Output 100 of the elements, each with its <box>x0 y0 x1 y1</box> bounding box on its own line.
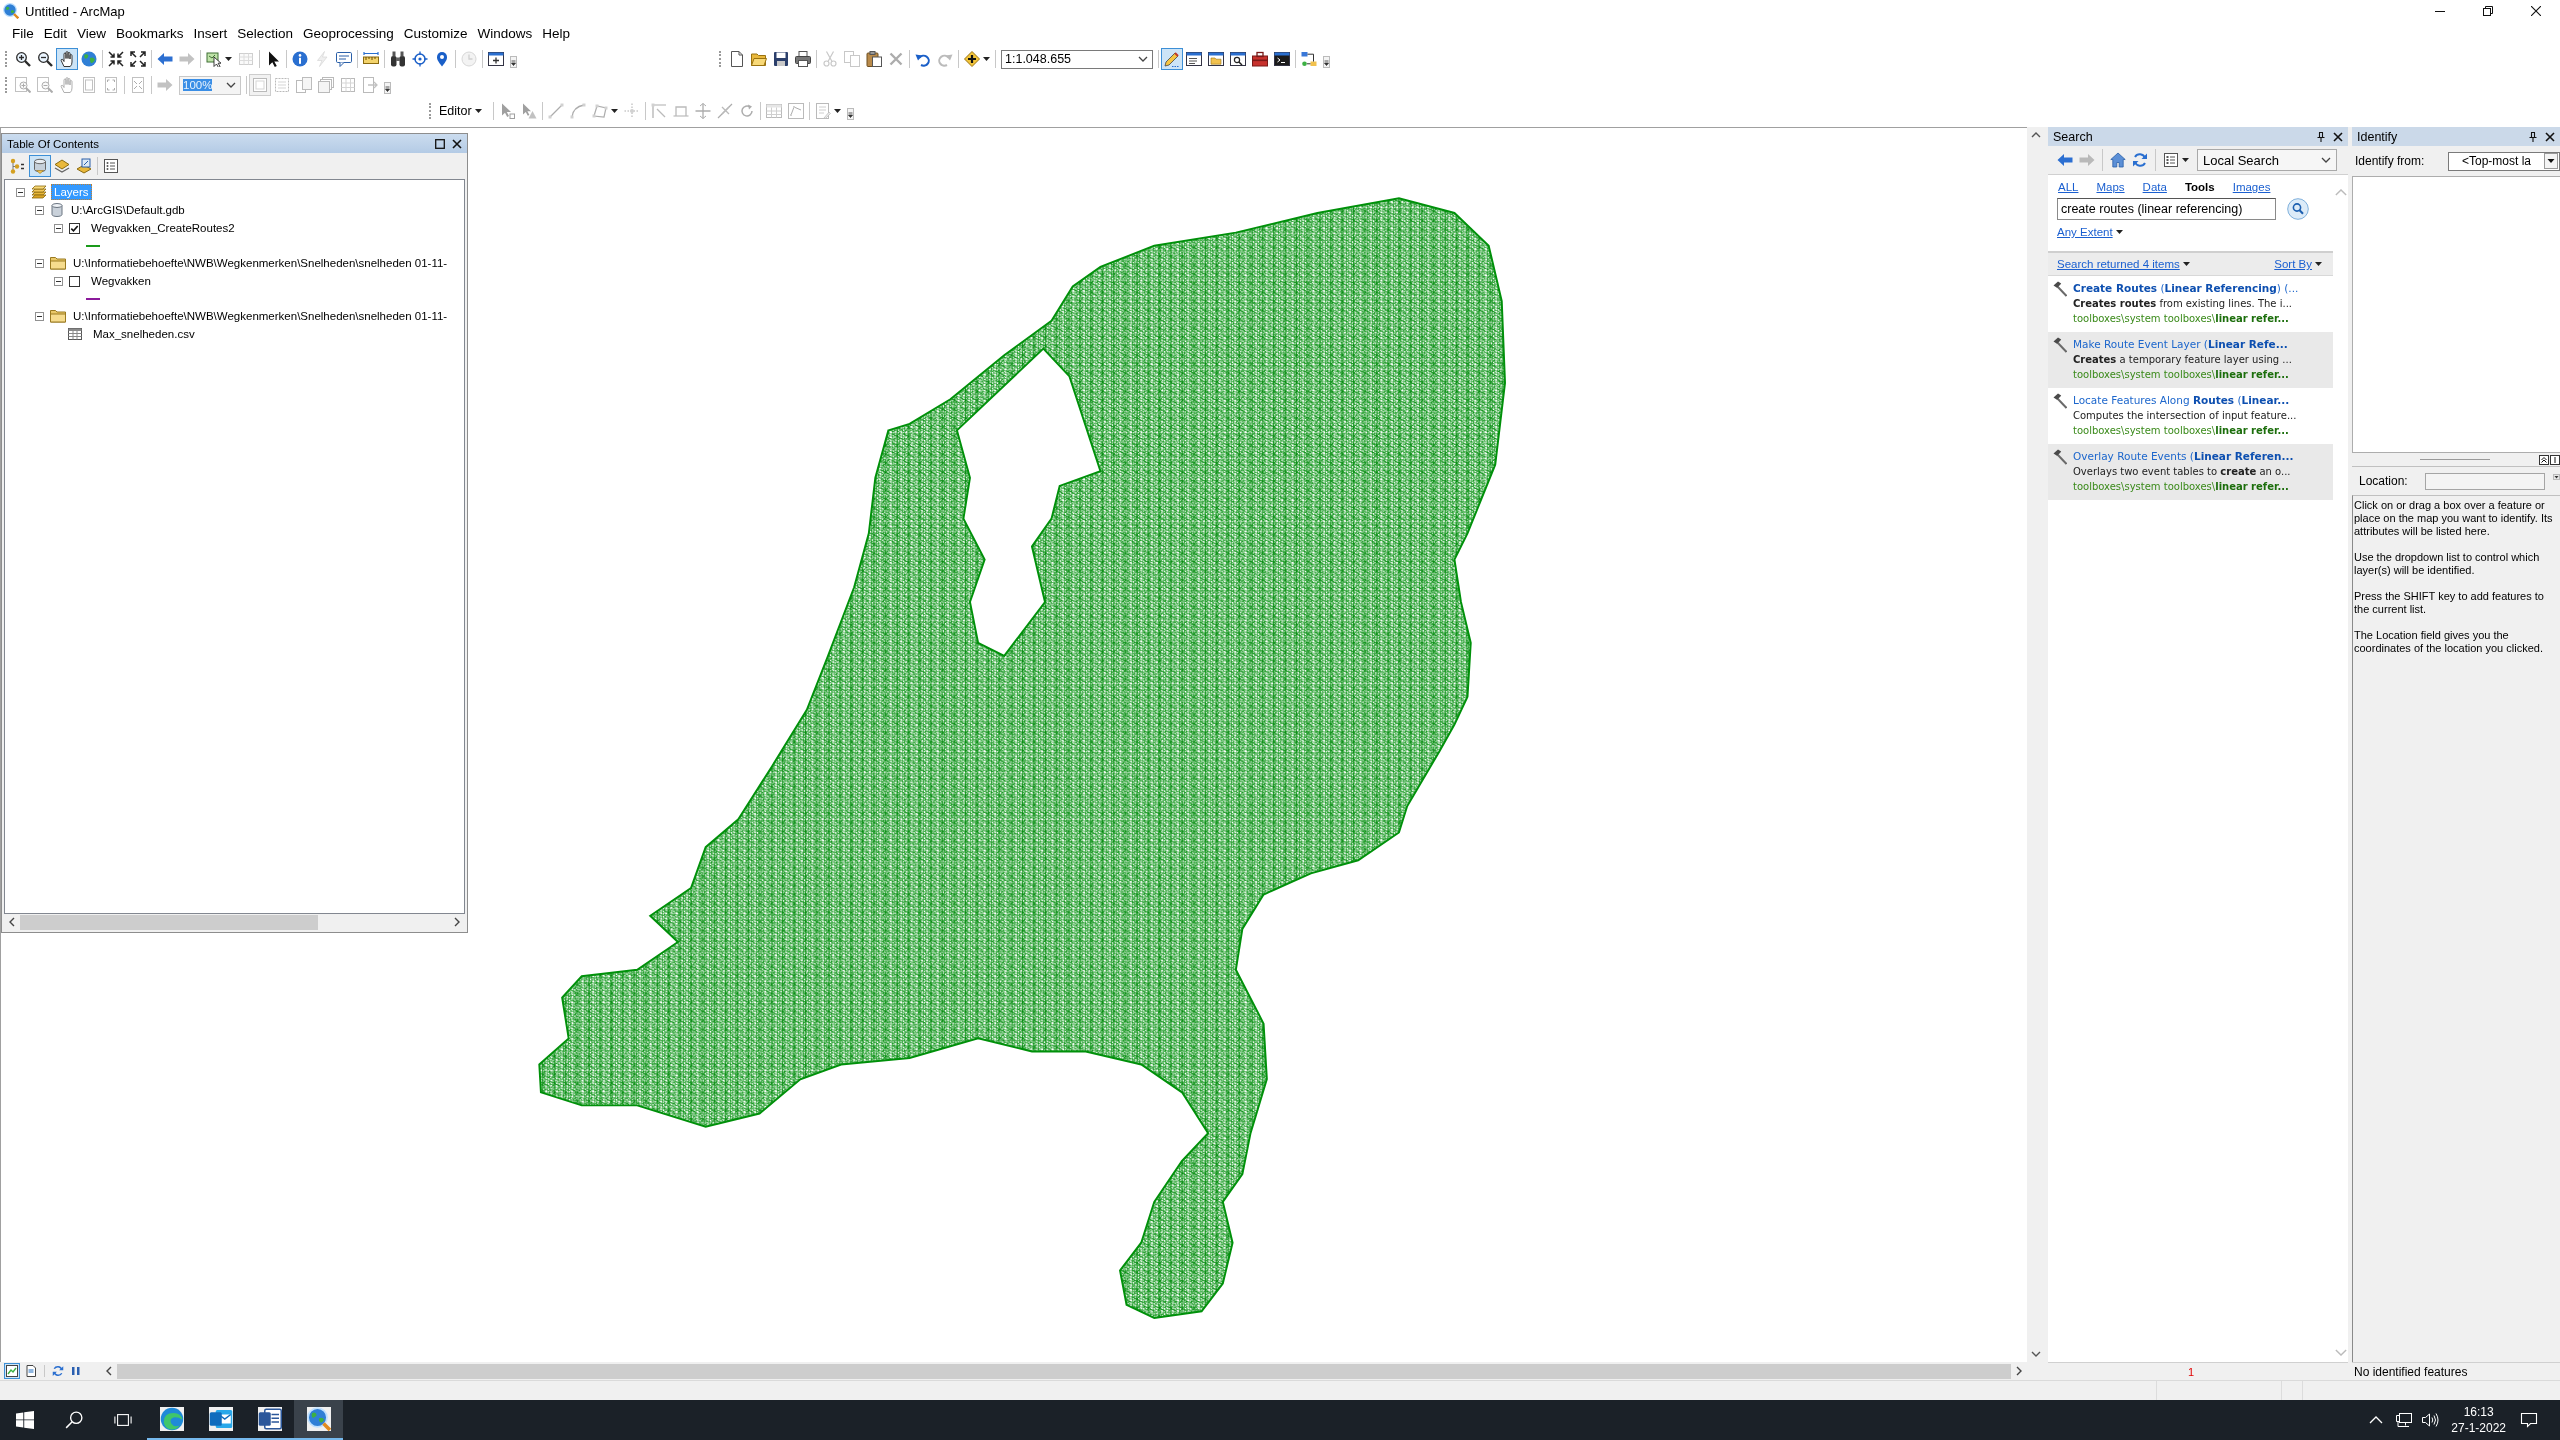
scroll-up-icon[interactable] <box>2030 132 2041 138</box>
scale-field[interactable]: 1:1.048.655 <box>1001 49 1153 69</box>
tree-nodes-icon[interactable] <box>10 158 26 174</box>
flowchart-icon[interactable] <box>1301 51 1317 67</box>
location-field[interactable] <box>2424 472 2545 490</box>
caret-icon[interactable] <box>2315 262 2322 266</box>
speaker-icon[interactable] <box>2421 1412 2440 1428</box>
arrows-inward-icon[interactable] <box>108 51 124 67</box>
taskbar-app-button[interactable] <box>294 1400 343 1440</box>
left-arrow-icon[interactable] <box>2057 152 2073 168</box>
folder-icon[interactable] <box>751 51 767 67</box>
layer-checkbox[interactable] <box>69 275 80 287</box>
menu-item[interactable]: View <box>77 26 107 41</box>
search-result[interactable]: Create Routes (Linear Referencing) (... Creates routes from existing lines. The i... toolboxes\system toolboxes\linear refer... <box>2048 276 2333 332</box>
zoom-in-icon[interactable] <box>15 51 31 67</box>
notification-icon[interactable] <box>2520 1412 2538 1428</box>
pencil-icon[interactable] <box>1161 48 1183 70</box>
arrows-outward-icon[interactable] <box>130 51 146 67</box>
menu-item[interactable]: Customize <box>403 26 468 41</box>
result-title[interactable]: Make Route Event Layer (Linear Refe... <box>2073 337 2292 352</box>
close-icon[interactable] <box>2531 6 2541 16</box>
collapse-icon[interactable] <box>35 311 44 321</box>
folder-window-icon[interactable] <box>1208 51 1224 67</box>
menu-item[interactable]: Windows <box>477 26 533 41</box>
category-tab[interactable]: Images <box>2232 181 2271 193</box>
window-plus-icon[interactable] <box>488 51 504 67</box>
terminal-window-icon[interactable] <box>1274 51 1290 67</box>
scope-dropdown[interactable]: Local Search <box>2197 149 2337 171</box>
collapse-icon[interactable] <box>16 187 25 197</box>
folder-path-label[interactable]: U:\Informatiebehoefte\NWB\Wegkenmerken\Snelheden\snelheden 01-11- <box>70 255 451 271</box>
menu-item[interactable]: Bookmarks <box>116 26 184 41</box>
caret-icon[interactable] <box>610 109 618 113</box>
options-list-icon[interactable] <box>103 158 119 174</box>
list-view-icon[interactable] <box>2163 152 2179 168</box>
close-icon[interactable] <box>452 138 462 149</box>
pin-icon[interactable] <box>2316 131 2326 142</box>
category-tab[interactable]: ALL <box>2058 181 2079 193</box>
extent-link[interactable]: Any Extent <box>2057 226 2113 238</box>
collapse-icon[interactable] <box>35 258 44 268</box>
sort-link[interactable]: Sort By <box>2274 258 2312 270</box>
caret-icon[interactable] <box>2552 474 2560 480</box>
column-icon[interactable] <box>2550 454 2560 465</box>
chevron-up-icon[interactable] <box>2369 1416 2384 1424</box>
menu-item[interactable]: Help <box>542 26 571 41</box>
menu-item[interactable]: Geoprocessing <box>302 26 394 41</box>
save-icon[interactable] <box>773 51 789 67</box>
home-icon[interactable] <box>2110 152 2126 168</box>
collapse-icon[interactable] <box>54 223 63 233</box>
menu-item[interactable]: Insert <box>193 26 228 41</box>
chevron-down-icon[interactable] <box>1138 56 1148 62</box>
crosshair-icon[interactable] <box>412 51 428 67</box>
collapse-icon[interactable] <box>35 205 44 215</box>
map-cursor-icon[interactable] <box>206 51 222 67</box>
table-name[interactable]: Max_snelheden.csv <box>90 326 198 342</box>
start-icon[interactable] <box>15 1411 34 1429</box>
result-title[interactable]: Overlay Route Events (Linear Referen... <box>2073 449 2294 464</box>
overflow-icon[interactable] <box>1323 56 1330 68</box>
caret-icon[interactable] <box>2182 158 2189 162</box>
overflow-icon[interactable] <box>384 82 391 94</box>
menu-item[interactable]: Edit <box>43 26 68 41</box>
ruler-icon[interactable] <box>363 51 379 67</box>
search-icon[interactable] <box>2287 198 2309 220</box>
toolbox-icon[interactable] <box>1252 51 1268 67</box>
menu-item[interactable]: File <box>12 26 34 41</box>
workspace-label[interactable]: U:\ArcGIS\Default.gdb <box>68 202 188 218</box>
overflow-icon[interactable] <box>510 56 517 68</box>
layer-selection-icon[interactable] <box>76 158 92 174</box>
layer-name[interactable]: Wegvakken <box>88 273 154 289</box>
category-tab[interactable]: Data <box>2142 181 2167 193</box>
clipboard-icon[interactable] <box>866 51 882 67</box>
caret-icon[interactable] <box>983 57 990 61</box>
category-tab[interactable]: Tools <box>2184 181 2215 193</box>
search-result[interactable]: Overlay Route Events (Linear Referen... Overlays two event tables to create an o... toolboxes\system toolboxes\linear refer... <box>2048 444 2333 500</box>
refresh-icon[interactable] <box>52 1365 64 1377</box>
task-view-icon[interactable] <box>113 1411 132 1429</box>
scroll-left-icon[interactable] <box>106 1366 112 1376</box>
caret-icon[interactable] <box>833 109 841 113</box>
result-title[interactable]: Create Routes (Linear Referencing) (... <box>2073 281 2299 296</box>
globe-icon[interactable] <box>81 51 97 67</box>
chevron-down-icon[interactable] <box>2321 157 2331 163</box>
scroll-right-icon[interactable] <box>2016 1366 2022 1376</box>
search-result[interactable]: Make Route Event Layer (Linear Refe... Creates a temporary feature layer using ... toolboxes\system toolboxes\linear refer... <box>2048 332 2333 388</box>
caret-icon[interactable] <box>225 57 232 61</box>
binoculars-icon[interactable] <box>390 51 406 67</box>
category-tab[interactable]: Maps <box>2096 181 2125 193</box>
hand-icon[interactable] <box>56 48 78 70</box>
zoom-out-icon[interactable] <box>37 51 53 67</box>
left-arrow-icon[interactable] <box>157 51 173 67</box>
search-result[interactable]: Locate Features Along Routes (Linear... Computes the intersection of input feature... toolboxes\system toolboxes\linear refer... <box>2048 388 2333 444</box>
list-window-icon[interactable] <box>1186 51 1202 67</box>
result-title[interactable]: Locate Features Along Routes (Linear... <box>2073 393 2297 408</box>
overflow-icon[interactable] <box>846 108 854 120</box>
speech-bubble-icon[interactable] <box>336 51 352 67</box>
database-icon[interactable] <box>29 155 51 177</box>
scrollbar-thumb[interactable] <box>20 914 318 930</box>
info-icon[interactable] <box>292 51 308 67</box>
caret-icon[interactable] <box>2182 262 2190 266</box>
layer-name[interactable]: Wegvakken_CreateRoutes2 <box>88 220 238 236</box>
collapse-icon[interactable] <box>54 276 63 286</box>
restore-icon[interactable] <box>2483 6 2493 16</box>
